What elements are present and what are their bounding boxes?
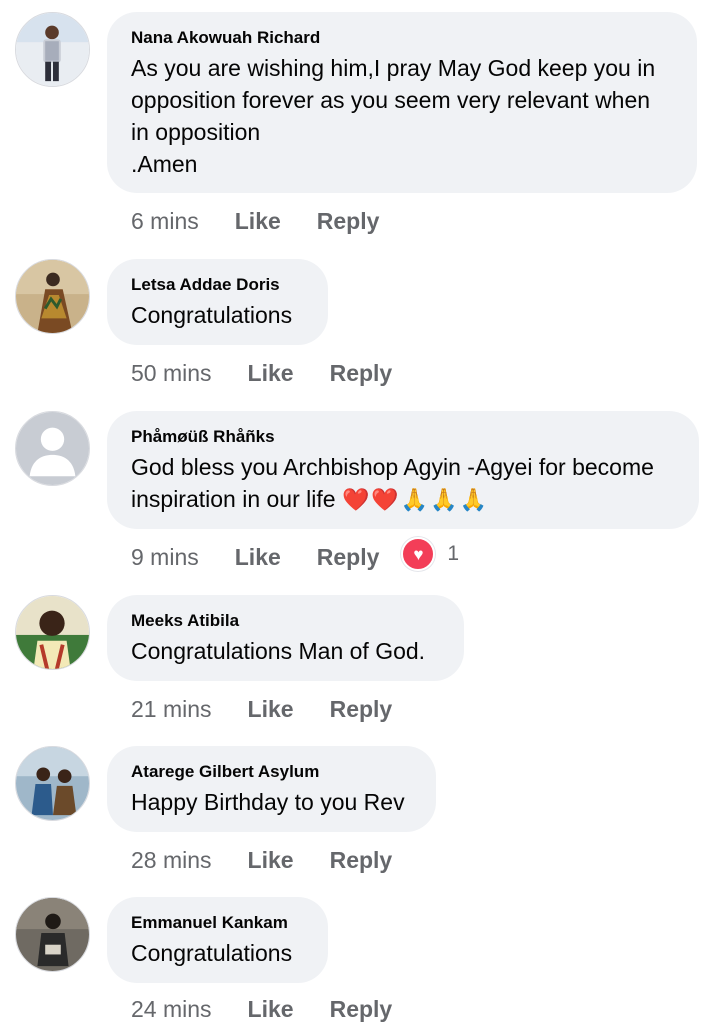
reply-button[interactable]: Reply: [330, 847, 393, 874]
avatar[interactable]: [15, 746, 90, 821]
reply-button[interactable]: Reply: [317, 208, 380, 235]
comment-author[interactable]: Nana Akowuah Richard: [131, 27, 673, 49]
like-button[interactable]: Like: [248, 847, 294, 874]
avatar[interactable]: [15, 595, 90, 670]
comment-author[interactable]: Atarege Gilbert Asylum: [131, 761, 412, 783]
comment-author[interactable]: Emmanuel Kankam: [131, 912, 304, 934]
reaction-summary[interactable]: ♥ 1: [401, 537, 459, 571]
comment-bubble: Atarege Gilbert Asylum Happy Birthday to…: [107, 746, 436, 832]
comment-author[interactable]: Letsa Addae Doris: [131, 274, 304, 296]
comment-actions: 9 mins Like Reply ♥ 1: [131, 537, 459, 574]
reply-button[interactable]: Reply: [317, 544, 380, 571]
reply-button[interactable]: Reply: [330, 996, 393, 1023]
reply-button[interactable]: Reply: [330, 696, 393, 723]
like-button[interactable]: Like: [248, 696, 294, 723]
comment-actions: 21 mins Like Reply: [131, 692, 428, 726]
avatar[interactable]: [15, 12, 90, 87]
comment-text: Congratulations: [131, 302, 293, 328]
like-button[interactable]: Like: [235, 544, 281, 571]
like-button[interactable]: Like: [235, 208, 281, 235]
comment-text: Congratulations Man of God.: [131, 638, 426, 664]
comment-actions: 24 mins Like Reply: [131, 992, 428, 1026]
default-avatar[interactable]: [15, 411, 90, 486]
comment-timestamp[interactable]: 6 mins: [131, 208, 199, 235]
comment-text: Happy Birthday to you Rev: [131, 789, 405, 815]
comment-bubble: Meeks Atibila Congratulations Man of God…: [107, 595, 464, 681]
comment-timestamp[interactable]: 21 mins: [131, 696, 212, 723]
avatar[interactable]: [15, 259, 90, 334]
like-button[interactable]: Like: [248, 360, 294, 387]
comment-text: As you are wishing him,I pray May God ke…: [131, 55, 656, 177]
comment-timestamp[interactable]: 24 mins: [131, 996, 212, 1023]
comment-bubble: Phåmøüß Rhåñks God bless you Archbishop …: [107, 411, 699, 529]
reaction-count: 1: [447, 542, 460, 565]
comment-timestamp[interactable]: 50 mins: [131, 360, 212, 387]
emoji-sequence: ❤️❤️🙏🙏🙏: [341, 487, 489, 512]
heart-icon: ♥: [401, 537, 436, 571]
comment-timestamp[interactable]: 9 mins: [131, 544, 199, 571]
comment-author[interactable]: Phåmøüß Rhåñks: [131, 426, 675, 448]
comment-author[interactable]: Meeks Atibila: [131, 610, 440, 632]
reply-button[interactable]: Reply: [330, 360, 393, 387]
comment-bubble: Letsa Addae Doris Congratulations: [107, 259, 328, 345]
comment-text: Congratulations: [131, 940, 293, 966]
comment-actions: 28 mins Like Reply: [131, 843, 428, 877]
comment-text: God bless you Archbishop Agyin -Agyei fo…: [131, 454, 654, 512]
comment-timestamp[interactable]: 28 mins: [131, 847, 212, 874]
comment-bubble: Nana Akowuah Richard As you are wishing …: [107, 12, 697, 193]
like-button[interactable]: Like: [248, 996, 294, 1023]
comment-bubble: Emmanuel Kankam Congratulations: [107, 897, 328, 983]
avatar[interactable]: [15, 897, 90, 972]
comment-actions: 50 mins Like Reply: [131, 356, 428, 390]
comment-actions: 6 mins Like Reply: [131, 204, 415, 238]
